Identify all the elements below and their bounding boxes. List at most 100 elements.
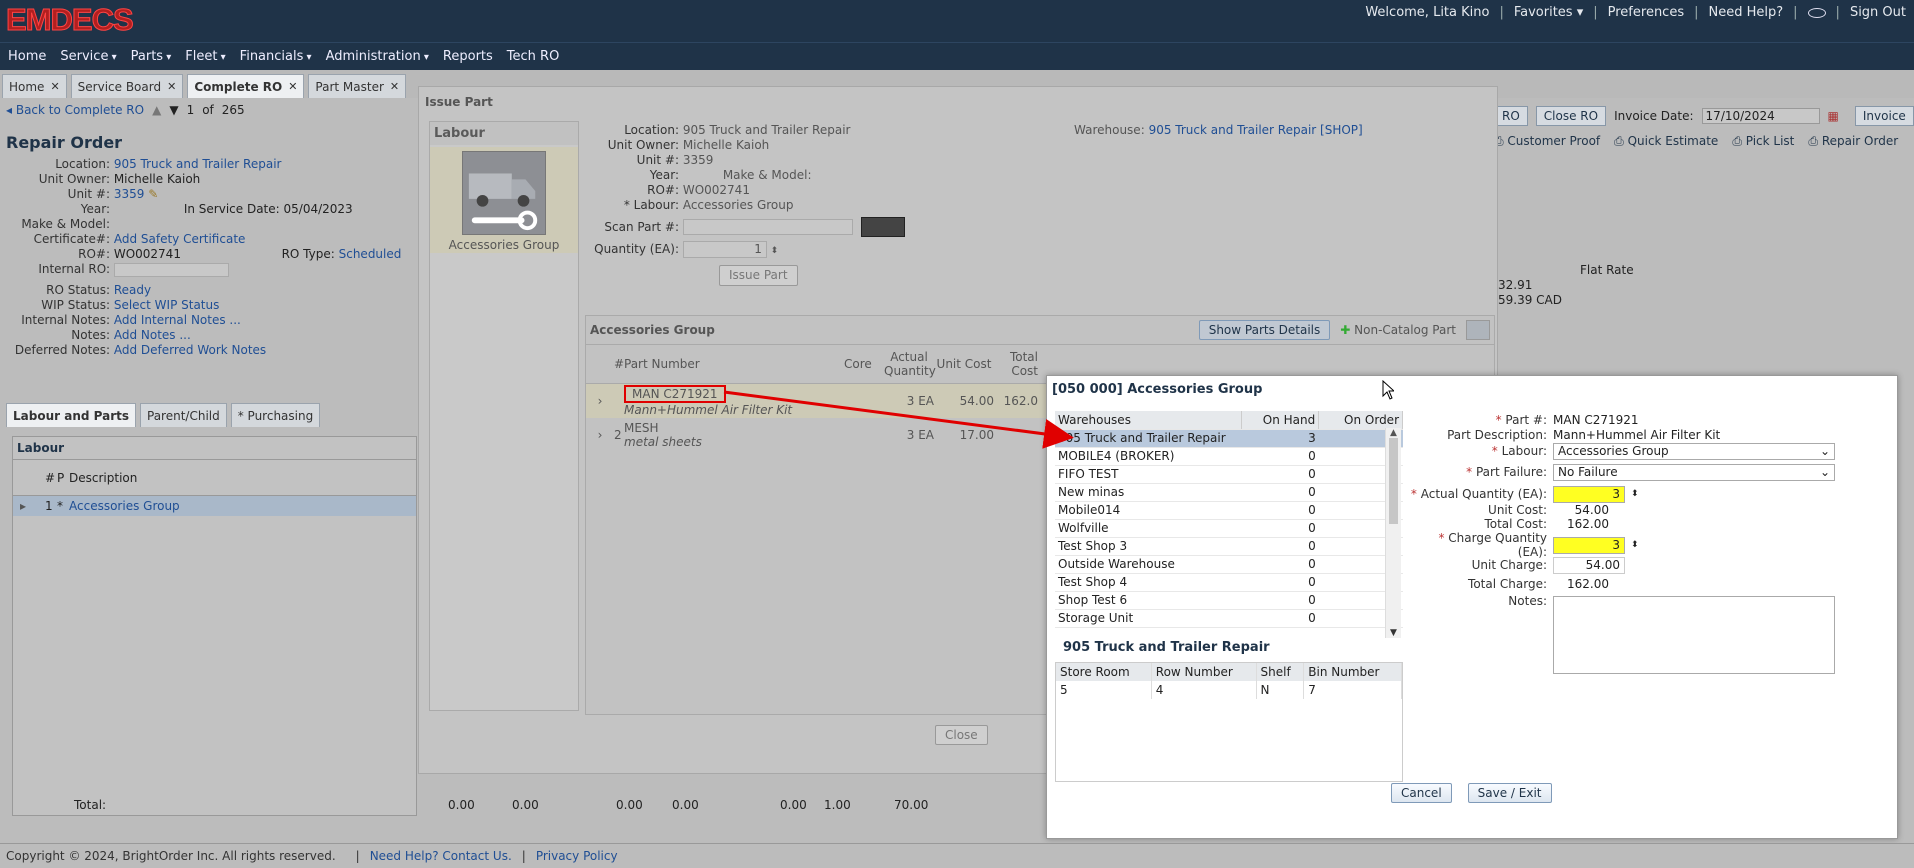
next-record-icon[interactable]: ▼	[169, 103, 178, 117]
mouse-cursor-icon	[1382, 380, 1394, 400]
need-help-link[interactable]: Need Help?	[1709, 5, 1784, 20]
menu-reports[interactable]: Reports	[443, 49, 493, 64]
part-description-value: Mann+Hummel Air Filter Kit	[1553, 428, 1721, 442]
menu-home[interactable]: Home	[8, 49, 46, 64]
table-row[interactable]: New minas00	[1055, 483, 1403, 502]
totals-row: 0.00 0.00 0.00 0.00 0.00 1.00 70.00	[448, 798, 929, 812]
quick-estimate-button[interactable]: ⎙ Quick Estimate	[1614, 134, 1718, 149]
invoice-button[interactable]: Invoice	[1854, 106, 1914, 126]
close-icon[interactable]: ✕	[50, 80, 59, 93]
preferences-link[interactable]: Preferences	[1608, 5, 1684, 20]
repair-order-print-button[interactable]: ⎙ Repair Order	[1808, 134, 1898, 149]
calendar-icon[interactable]: ▦	[1828, 109, 1839, 123]
favorites-menu[interactable]: Favorites ▾	[1514, 5, 1583, 20]
part-failure-select[interactable]: No Failure ⌄	[1553, 463, 1835, 481]
table-row[interactable]: Wolfville00	[1055, 519, 1403, 538]
wip-status-link[interactable]: Select WIP Status	[114, 298, 220, 312]
close-icon[interactable]: ✕	[288, 80, 297, 93]
cancel-button[interactable]: Cancel	[1391, 783, 1452, 803]
show-parts-details-button[interactable]: Show Parts Details	[1198, 320, 1331, 340]
table-row[interactable]: 54N7	[1056, 681, 1402, 699]
notes-textarea[interactable]	[1553, 596, 1835, 674]
scan-part-input[interactable]	[682, 219, 853, 235]
charge-quantity-input[interactable]: 3	[1553, 536, 1625, 554]
invoice-date-label: Invoice Date:	[1614, 109, 1694, 123]
plus-icon: ✚	[1340, 323, 1351, 337]
add-safety-certificate-link[interactable]: Add Safety Certificate	[114, 232, 246, 246]
expand-icon[interactable]: ▸	[13, 499, 33, 513]
close-ro-button[interactable]: Close RO	[1535, 106, 1607, 126]
table-row[interactable]: Test Shop 300	[1055, 537, 1403, 556]
privacy-policy-link[interactable]: Privacy Policy	[536, 849, 618, 863]
invoice-date-input[interactable]: 17/10/2024	[1701, 108, 1820, 124]
close-icon[interactable]: ✕	[390, 80, 399, 93]
menu-fleet[interactable]: Fleet	[185, 49, 225, 64]
non-catalog-part-button[interactable]: ✚ Non-Catalog Part	[1340, 323, 1456, 337]
unit-link[interactable]: 3359	[114, 187, 145, 201]
pencil-icon[interactable]: ✎	[148, 187, 158, 201]
tab-home[interactable]: Home ✕	[2, 74, 67, 98]
issue-part-button[interactable]: Issue Part	[719, 265, 798, 286]
tab-parent-child[interactable]: Parent/Child	[140, 403, 227, 427]
table-row[interactable]: Shop Test 600	[1055, 591, 1403, 610]
table-row[interactable]: ▸ 1 * Accessories Group	[13, 496, 416, 516]
warehouse-scrollbar[interactable]: ▲ ▼	[1385, 428, 1401, 638]
table-row[interactable]: Mobile01400	[1055, 501, 1403, 520]
charge-quantity-stepper[interactable]: ⬍	[1631, 540, 1639, 550]
issue-labour-title: Labour	[430, 122, 578, 145]
pick-list-button[interactable]: ⎙ Pick List	[1732, 134, 1794, 149]
tab-service-board[interactable]: Service Board ✕	[70, 74, 184, 98]
part-issue-popup: [050 000] Accessories Group Warehouses O…	[1046, 375, 1898, 839]
prev-record-icon[interactable]: ▲	[152, 103, 161, 117]
tab-complete-ro[interactable]: Complete RO ✕	[187, 74, 305, 98]
table-row[interactable]: FIFO TEST00	[1055, 465, 1403, 484]
unit-charge-input[interactable]: 54.00	[1553, 556, 1625, 574]
ro-status-link[interactable]: Ready	[114, 283, 151, 297]
labour-tile[interactable]: Accessories Group	[430, 147, 578, 253]
notes-link[interactable]: Add Notes ...	[114, 328, 191, 342]
menu-financials[interactable]: Financials	[240, 49, 312, 64]
table-row[interactable]: MOBILE4 (BROKER)00	[1055, 447, 1403, 466]
app-logo[interactable]: EMDECS	[6, 2, 135, 38]
tab-labour-and-parts[interactable]: Labour and Parts	[6, 403, 136, 427]
labour-select[interactable]: Accessories Group ⌄	[1553, 442, 1835, 460]
customer-proof-button[interactable]: ⎙ Customer Proof	[1494, 134, 1600, 149]
menu-service[interactable]: Service	[60, 49, 116, 64]
quantity-stepper[interactable]: ⬍	[771, 246, 779, 256]
col-on-hand[interactable]: On Hand	[1241, 411, 1320, 430]
actual-quantity-stepper[interactable]: ⬍	[1631, 489, 1639, 499]
location-link[interactable]: 905 Truck and Trailer Repair	[114, 157, 282, 171]
sign-out-link[interactable]: Sign Out	[1850, 5, 1906, 20]
quantity-input[interactable]: 1	[682, 241, 767, 258]
internal-ro-input[interactable]	[113, 262, 229, 277]
welcome-text: Welcome, Lita Kino	[1365, 5, 1490, 20]
col-warehouses[interactable]: Warehouses	[1055, 411, 1242, 430]
contact-us-link[interactable]: Need Help? Contact Us.	[370, 849, 512, 863]
actual-quantity-input[interactable]: 3	[1553, 485, 1625, 503]
table-row[interactable]: Storage Unit00	[1055, 609, 1403, 628]
table-row[interactable]: 905 Truck and Trailer Repair31	[1055, 429, 1403, 448]
menu-parts[interactable]: Parts	[131, 49, 172, 64]
back-link[interactable]: ◂ Back to Complete RO	[6, 103, 144, 117]
record-nav: ◂ Back to Complete RO ▲ ▼ 1 of 265	[6, 103, 245, 117]
save-exit-button[interactable]: Save / Exit	[1467, 783, 1552, 803]
chat-icon[interactable]	[1807, 7, 1826, 18]
table-row[interactable]: Test Shop 400	[1055, 573, 1403, 592]
menu-administration[interactable]: Administration	[326, 49, 429, 64]
table-row[interactable]: Outside Warehouse00	[1055, 555, 1403, 574]
deferred-notes-link[interactable]: Add Deferred Work Notes	[114, 343, 266, 357]
chevron-down-icon: ⌄	[1819, 465, 1830, 479]
internal-notes-link[interactable]: Add Internal Notes ...	[114, 313, 241, 327]
popup-title: [050 000] Accessories Group	[1052, 382, 1263, 397]
close-icon[interactable]: ✕	[167, 80, 176, 93]
tab-purchasing[interactable]: * Purchasing	[230, 403, 321, 427]
total-cost-value: 162.00	[1567, 517, 1609, 531]
col-on-order[interactable]: On Order	[1318, 411, 1403, 430]
menu-tech-ro[interactable]: Tech RO	[507, 49, 560, 64]
rate-info: Flat Rate 32.91 59.39 CAD	[1498, 263, 1634, 307]
ro-button[interactable]: RO	[1494, 106, 1528, 126]
close-button[interactable]: Close	[935, 725, 988, 745]
trash-icon[interactable]	[1466, 320, 1490, 340]
keyboard-icon[interactable]	[860, 217, 905, 237]
tab-part-master[interactable]: Part Master ✕	[308, 74, 407, 98]
